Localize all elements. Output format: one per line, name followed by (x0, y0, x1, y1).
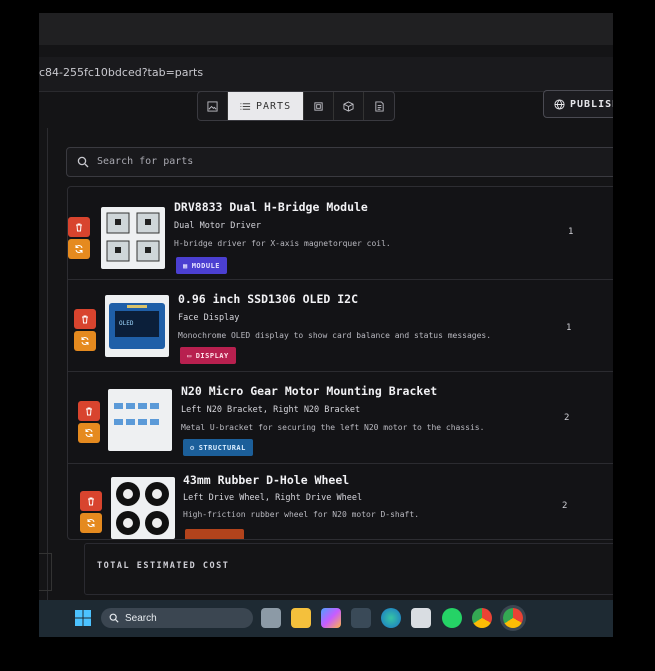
delete-button[interactable] (78, 401, 100, 421)
side-panel-edge (39, 553, 52, 591)
delete-button[interactable] (74, 309, 96, 329)
part-description: H-bridge driver for X-axis magnetorquer … (174, 239, 391, 248)
part-image (108, 389, 172, 451)
part-row: 43mm Rubber D-Hole Wheel Left Drive Whee… (68, 463, 613, 539)
category-badge: ▦ MODULE (176, 257, 228, 274)
part-role: Left N20 Bracket, Right N20 Bracket (181, 405, 361, 415)
refresh-icon (81, 337, 89, 345)
file-explorer-icon[interactable] (291, 608, 311, 628)
swap-button[interactable] (74, 331, 96, 351)
tab-parts[interactable]: PARTS (228, 92, 305, 120)
part-name: 0.96 inch SSD1306 OLED I2C (178, 292, 359, 306)
whatsapp-icon[interactable] (442, 608, 462, 628)
publish-label: PUBLISH (570, 98, 613, 110)
globe-icon (554, 98, 565, 110)
search-input[interactable]: Search for parts (66, 147, 613, 177)
row-actions (80, 491, 104, 535)
delete-button[interactable] (68, 217, 90, 237)
part-name: N20 Micro Gear Motor Mounting Bracket (181, 384, 438, 398)
part-image (111, 477, 175, 539)
badge-label: DISPLAY (195, 351, 229, 360)
part-name: 43mm Rubber D-Hole Wheel (183, 473, 350, 487)
task-view-icon[interactable] (261, 608, 281, 628)
badge-label: MODULE (191, 261, 221, 270)
part-quantity: 1 (566, 323, 572, 333)
part-description: Metal U-bracket for securing the left N2… (181, 423, 485, 432)
trash-icon (82, 315, 88, 324)
monitor-screen: c84-255fc10bdced?tab=parts PARTS PUBLISH… (39, 13, 613, 637)
search-icon (109, 613, 119, 623)
tab-docs[interactable] (364, 92, 394, 120)
part-description: Monochrome OLED display to show card bal… (178, 331, 492, 340)
trash-icon (88, 497, 94, 506)
search-icon (77, 156, 89, 168)
address-bar[interactable]: c84-255fc10bdced?tab=parts (39, 57, 613, 92)
taskbar-search-label: Search (125, 612, 157, 624)
publish-button[interactable]: PUBLISH (543, 90, 613, 118)
category-badge: ▭ DISPLAY (180, 347, 236, 364)
document-icon (374, 100, 384, 112)
parts-list: DRV8833 Dual H-Bridge Module Dual Motor … (67, 186, 613, 540)
part-image (101, 207, 165, 269)
tab-parts-label: PARTS (256, 100, 292, 112)
monitor-icon: ▭ (187, 351, 192, 360)
category-badge: ⚙ STRUCTURAL (183, 439, 253, 456)
list-icon (240, 102, 251, 110)
svg-text:OLED: OLED (119, 320, 134, 327)
chip-icon (314, 101, 323, 111)
total-label: TOTAL ESTIMATED COST (97, 561, 230, 571)
search-placeholder: Search for parts (97, 156, 194, 167)
chip-icon: ▦ (183, 261, 188, 270)
part-role: Left Drive Wheel, Right Drive Wheel (183, 493, 363, 503)
part-row: OLED 0.96 inch SSD1306 OLED I2C Face Dis… (68, 279, 613, 372)
part-quantity: 2 (564, 413, 570, 423)
swap-button[interactable] (80, 513, 102, 533)
swap-button[interactable] (68, 239, 90, 259)
category-badge (185, 529, 244, 539)
row-actions (74, 309, 98, 353)
image-icon (207, 100, 218, 112)
trash-icon (86, 407, 92, 416)
part-row: N20 Micro Gear Motor Mounting Bracket Le… (68, 371, 613, 464)
part-quantity: 2 (562, 501, 568, 511)
part-role: Dual Motor Driver (174, 221, 261, 231)
part-name: DRV8833 Dual H-Bridge Module (174, 200, 368, 214)
tab-3d[interactable] (334, 92, 365, 120)
swap-button[interactable] (78, 423, 100, 443)
view-tabs: PARTS (197, 91, 396, 121)
part-image: OLED (105, 295, 169, 357)
delete-button[interactable] (80, 491, 102, 511)
app-icon[interactable] (351, 608, 371, 628)
browser-tab-strip (39, 13, 613, 45)
cube-icon (343, 100, 354, 112)
refresh-icon (75, 245, 83, 253)
row-actions (78, 401, 102, 445)
tab-images[interactable] (198, 92, 228, 120)
part-description: High-friction rubber wheel for N20 motor… (183, 510, 420, 519)
url-text[interactable]: c84-255fc10bdced?tab=parts (39, 66, 203, 79)
total-cost-panel: TOTAL ESTIMATED COST (84, 543, 613, 595)
edge-icon[interactable] (381, 608, 401, 628)
gear-icon: ⚙ (190, 443, 195, 452)
refresh-icon (85, 429, 93, 437)
row-actions (68, 217, 92, 261)
trash-icon (76, 223, 82, 232)
part-row: DRV8833 Dual H-Bridge Module Dual Motor … (68, 187, 613, 280)
chrome-active-icon[interactable] (503, 608, 523, 628)
taskbar: Search (39, 600, 613, 637)
part-quantity: 1 (568, 227, 574, 237)
tab-schematic[interactable] (304, 92, 335, 120)
store-icon[interactable] (411, 608, 431, 628)
badge-label: STRUCTURAL (198, 443, 246, 452)
part-role: Face Display (178, 313, 240, 323)
windows-start-icon[interactable] (73, 608, 93, 628)
taskbar-search[interactable]: Search (101, 608, 253, 628)
copilot-icon[interactable] (321, 608, 341, 628)
refresh-icon (87, 519, 95, 527)
left-panel-edge (39, 128, 48, 608)
chrome-icon[interactable] (472, 608, 492, 628)
